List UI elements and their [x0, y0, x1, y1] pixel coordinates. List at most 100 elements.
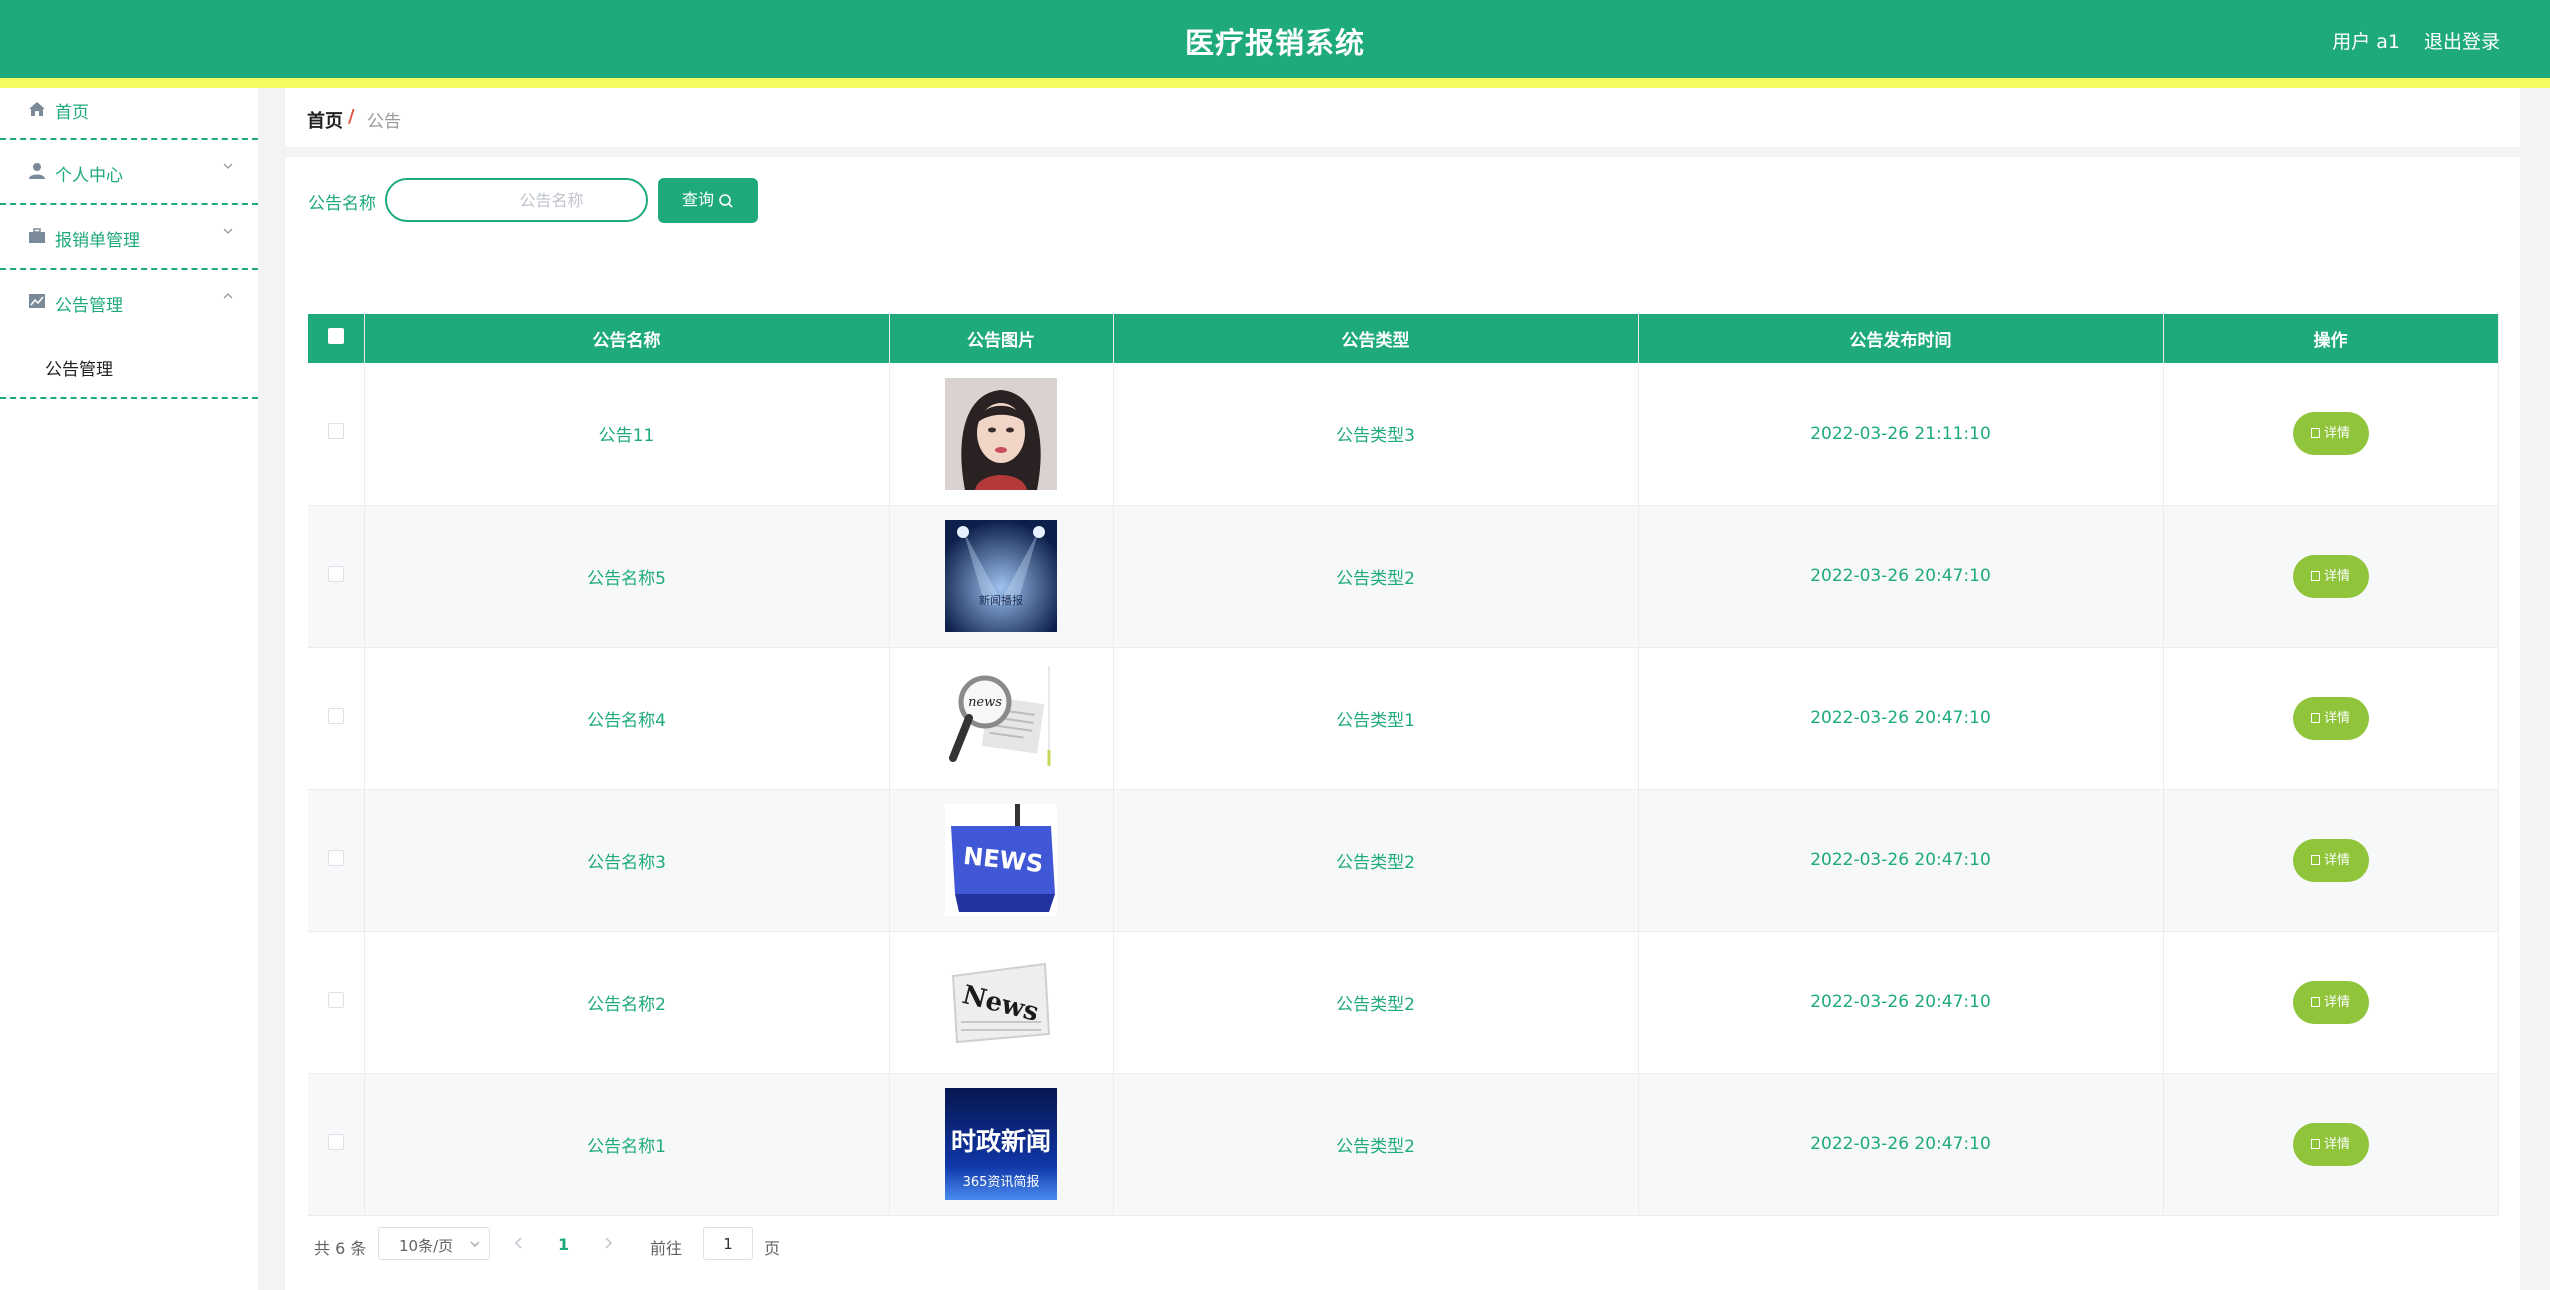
briefcase-icon [29, 228, 45, 243]
search-button[interactable]: 查询 [658, 178, 758, 223]
row-checkbox[interactable] [327, 423, 344, 440]
newspaper-news-thumbnail[interactable]: News [945, 946, 1057, 1058]
table-row: 公告名称3 NEWS 公告类型2 2022-03-26 20:47:10 详情 [308, 789, 2499, 932]
document-icon [2310, 1138, 2320, 1149]
next-page-button[interactable] [601, 1233, 615, 1253]
detail-button-label: 详情 [2323, 710, 2350, 726]
announcement-name-search-input[interactable] [385, 178, 648, 222]
thumbnail-caption: 时政新闻 [951, 1127, 1051, 1156]
goto-label: 前往 [650, 1239, 683, 1258]
table-row: 公告名称1 时政新闻 365资讯简报 公告类型2 2022-03-26 20:4… [308, 1073, 2499, 1216]
announcement-type-cell: 公告类型3 [1113, 363, 1639, 506]
news-blue-sign-thumbnail[interactable]: NEWS [945, 804, 1057, 916]
select-all-checkbox[interactable] [327, 328, 344, 344]
home-icon [29, 102, 45, 116]
thumbnail-subcaption: 365资讯简报 [963, 1174, 1040, 1190]
announcement-type-cell: 公告类型2 [1113, 1073, 1639, 1216]
user-icon [29, 163, 45, 179]
detail-button[interactable]: 详情 [2292, 980, 2369, 1024]
thumbnail-caption: 新闻播报 [979, 593, 1023, 607]
magnifier-news-thumbnail[interactable]: news [945, 662, 1057, 774]
row-checkbox[interactable] [327, 565, 344, 582]
breadcrumb-home-link[interactable]: 首页 [307, 107, 343, 133]
sidebar-item-reimbursement[interactable]: 报销单管理 [0, 205, 258, 270]
sidebar-item-label: 首页 [55, 103, 89, 123]
stage-spotlight-thumbnail[interactable]: 新闻播报 [945, 520, 1057, 632]
column-header-type[interactable]: 公告类型 [1113, 314, 1639, 363]
goto-page-input[interactable] [703, 1227, 753, 1260]
prev-page-button[interactable] [512, 1233, 526, 1253]
pagination-total: 共 6 条 [314, 1239, 367, 1258]
page-number-1[interactable]: 1 [558, 1235, 569, 1254]
column-header-time[interactable]: 公告发布时间 [1638, 314, 2164, 363]
header-accent-stripe [0, 78, 2550, 88]
document-icon [2310, 570, 2320, 581]
detail-button-label: 详情 [2323, 994, 2350, 1010]
main-content: 公告名称 查询 公告名称 公告图片 公告类型 公告发布时间 操作 [285, 157, 2520, 1290]
breadcrumb-current: 公告 [367, 112, 401, 132]
announcement-name-cell: 公告名称4 [364, 647, 890, 790]
announcement-type-cell: 公告类型2 [1113, 931, 1639, 1074]
table-header-row: 公告名称 公告图片 公告类型 公告发布时间 操作 [308, 314, 2499, 363]
table-row: 公告名称5 新闻播报 公告类型2 2022-03-26 20:47:10 详情 [308, 505, 2499, 648]
table-row: 公告名称2 News 公告类型2 2022-03-26 20:47:10 详情 [308, 931, 2499, 1074]
detail-button-label: 详情 [2323, 426, 2350, 442]
announcement-name-cell: 公告名称5 [364, 505, 890, 648]
table-row: 公告11 公告类型3 2022-03-26 21:11:10 详情 [308, 363, 2499, 506]
sidebar-item-label: 报销单管理 [55, 231, 140, 251]
chevron-down-icon [223, 228, 233, 234]
announcement-time-cell: 2022-03-26 20:47:10 [1638, 931, 2164, 1074]
chevron-down-icon [223, 163, 233, 169]
row-checkbox[interactable] [327, 849, 344, 866]
search-label: 公告名称 [308, 194, 376, 214]
detail-button[interactable]: 详情 [2292, 412, 2369, 456]
page-size-value: 10条/页 [399, 1237, 454, 1255]
page-size-select[interactable]: 10条/页 [378, 1227, 490, 1260]
detail-button-label: 详情 [2323, 852, 2350, 868]
thumbnail-caption: news [968, 695, 1002, 710]
announcement-name-cell: 公告名称2 [364, 931, 890, 1074]
header-select-all-cell [308, 314, 365, 363]
detail-button[interactable]: 详情 [2292, 554, 2369, 598]
row-checkbox[interactable] [327, 707, 344, 724]
column-header-actions: 操作 [2163, 314, 2499, 363]
row-checkbox[interactable] [327, 991, 344, 1008]
chart-icon [29, 294, 45, 308]
portrait-photo-thumbnail[interactable] [945, 377, 1057, 490]
row-checkbox[interactable] [327, 1133, 344, 1150]
announcement-table: 公告名称 公告图片 公告类型 公告发布时间 操作 公告11 公告类型3 2022… [308, 314, 2499, 1216]
chevron-up-icon [223, 293, 233, 299]
sidebar-subitem-announcement-management[interactable]: 公告管理 [0, 335, 258, 399]
column-header-image[interactable]: 公告图片 [889, 314, 1114, 363]
document-icon [2310, 854, 2320, 865]
breadcrumb: 首页 / 公告 [285, 88, 2520, 147]
document-icon [2310, 428, 2320, 439]
announcement-name-cell: 公告11 [364, 363, 890, 506]
sidebar-item-personal-center[interactable]: 个人中心 [0, 140, 258, 205]
announcement-type-cell: 公告类型2 [1113, 505, 1639, 648]
announcement-type-cell: 公告类型1 [1113, 647, 1639, 790]
search-icon [719, 193, 733, 208]
app-title: 医疗报销系统 [1184, 26, 1365, 60]
detail-button-label: 详情 [2323, 1136, 2350, 1152]
search-button-label: 查询 [681, 192, 714, 209]
sidebar-item-home[interactable]: 首页 [0, 88, 258, 140]
table-row: 公告名称4 news 公告类型1 2022-03-26 20:47:10 详情 [308, 647, 2499, 790]
sidebar-subitem-label: 公告管理 [45, 360, 113, 380]
logout-link[interactable]: 退出登录 [2424, 27, 2500, 54]
chevron-down-icon [470, 1241, 480, 1247]
document-icon [2310, 996, 2320, 1007]
announcement-time-cell: 2022-03-26 20:47:10 [1638, 505, 2164, 648]
announcement-type-cell: 公告类型2 [1113, 789, 1639, 932]
detail-button[interactable]: 详情 [2292, 838, 2369, 882]
announcement-time-cell: 2022-03-26 20:47:10 [1638, 789, 2164, 932]
politics-news-banner-thumbnail[interactable]: 时政新闻 365资讯简报 [945, 1088, 1057, 1200]
announcement-name-cell: 公告名称1 [364, 1073, 890, 1216]
column-header-name[interactable]: 公告名称 [364, 314, 890, 363]
sidebar-item-label: 公告管理 [55, 296, 123, 316]
detail-button[interactable]: 详情 [2292, 696, 2369, 740]
sidebar-item-announcements[interactable]: 公告管理 [0, 270, 258, 335]
document-icon [2310, 712, 2320, 723]
announcement-time-cell: 2022-03-26 20:47:10 [1638, 647, 2164, 790]
detail-button[interactable]: 详情 [2292, 1122, 2369, 1166]
